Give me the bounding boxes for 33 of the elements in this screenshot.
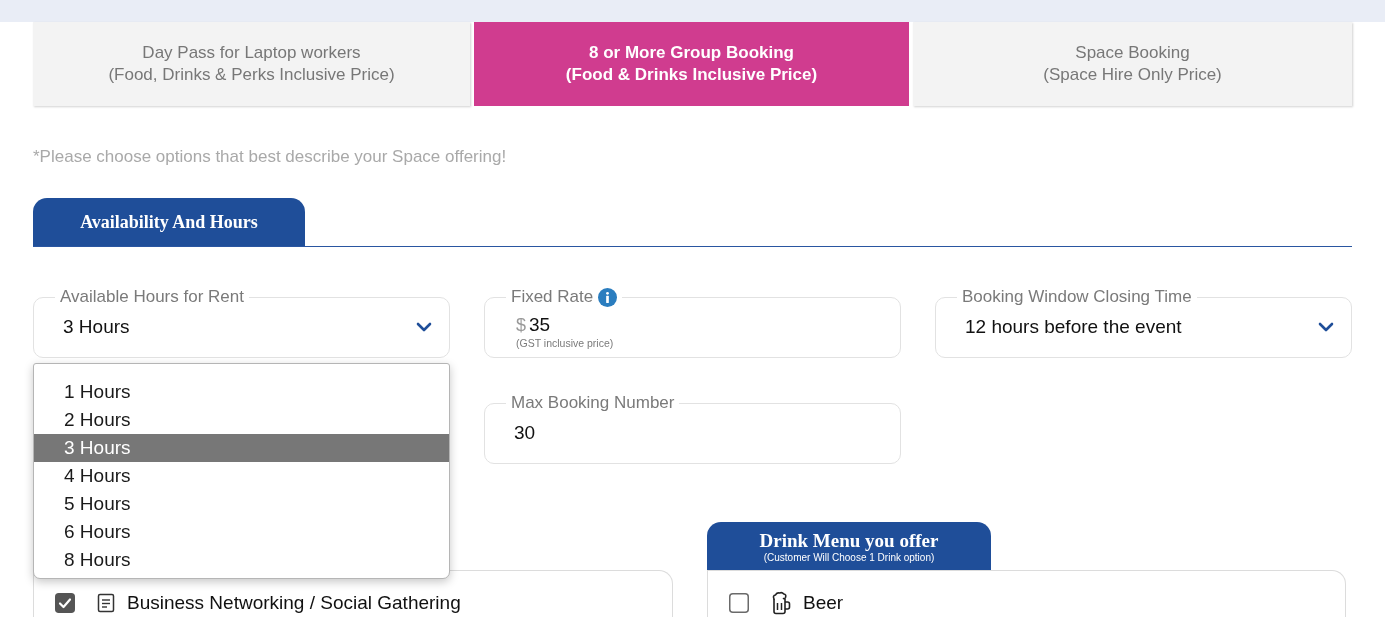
section-header: Availability And Hours bbox=[33, 198, 305, 246]
field-label: Max Booking Number bbox=[511, 393, 675, 413]
beer-mug-icon bbox=[771, 591, 791, 615]
dropdown-option[interactable]: 5 Hours bbox=[34, 490, 449, 518]
pricing-tab[interactable]: Day Pass for Laptop workers (Food, Drinks & Perks Inclusive Price) bbox=[33, 22, 470, 106]
pricing-tab[interactable]: Space Booking (Space Hire Only Price) bbox=[913, 22, 1352, 106]
dropdown-option[interactable]: 6 Hours bbox=[34, 518, 449, 546]
checkbox[interactable] bbox=[55, 593, 75, 613]
field-hint: (GST inclusive price) bbox=[516, 337, 614, 350]
hint-text: *Please choose options that best describe your Space offering! bbox=[33, 147, 507, 167]
chevron-down-icon bbox=[1318, 322, 1334, 332]
chevron-down-icon bbox=[416, 322, 432, 332]
info-icon[interactable] bbox=[598, 287, 618, 307]
input-field[interactable]: Max Booking Number 30 bbox=[484, 393, 901, 464]
menu-item-label: Business Networking / Social Gathering bbox=[127, 592, 461, 614]
dropdown-option[interactable]: 2 Hours bbox=[34, 406, 449, 434]
checkbox[interactable] bbox=[729, 593, 749, 613]
dropdown-option[interactable]: 1 Hours bbox=[34, 378, 449, 406]
input-field[interactable]: Fixed Rate $35 (GST inclusive price) bbox=[484, 287, 901, 358]
field-label: Available Hours for Rent bbox=[60, 287, 244, 307]
document-icon bbox=[97, 593, 115, 613]
select-field[interactable]: Available Hours for Rent 3 Hours bbox=[33, 287, 450, 358]
field-label: Fixed Rate bbox=[511, 287, 594, 307]
dropdown-option[interactable]: 3 Hours bbox=[34, 434, 449, 462]
menu-subtitle: (Customer Will Choose 1 Drink option) bbox=[763, 551, 935, 564]
field-label: Booking Window Closing Time bbox=[962, 287, 1192, 307]
currency-symbol: $ bbox=[516, 314, 526, 336]
dropdown-option[interactable]: 8 Hours bbox=[34, 546, 449, 574]
menu-title: Drink Menu you offer bbox=[759, 530, 939, 551]
pricing-tab[interactable]: 8 or More Group Booking (Food & Drinks Inclusive Price) bbox=[474, 22, 909, 106]
menu-item-label: Beer bbox=[803, 592, 844, 614]
select-field[interactable]: Booking Window Closing Time 12 hours before the event bbox=[935, 287, 1352, 358]
dropdown-option[interactable]: 4 Hours bbox=[34, 462, 449, 490]
